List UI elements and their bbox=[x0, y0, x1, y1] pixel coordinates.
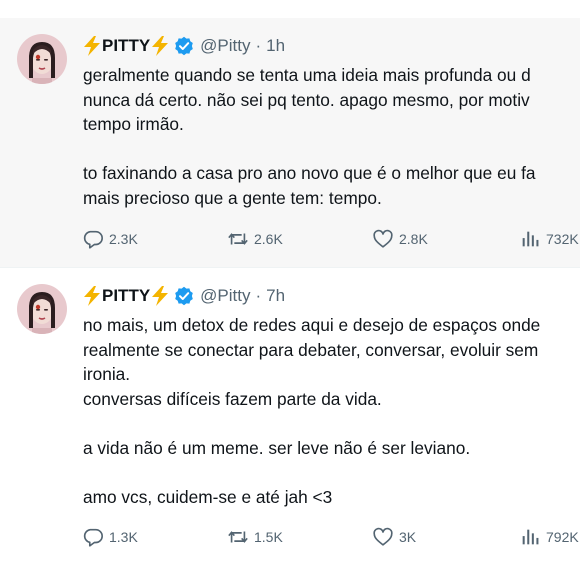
tweet-timestamp[interactable]: 1h bbox=[266, 36, 285, 56]
tweet-text: geralmente quando se tenta uma ideia mai… bbox=[83, 63, 580, 210]
reply-icon bbox=[83, 230, 103, 249]
verified-badge-icon[interactable] bbox=[174, 36, 194, 56]
verified-badge-icon[interactable] bbox=[174, 286, 194, 306]
tweet-header: PITTY @Pitty · 7h bbox=[83, 284, 285, 308]
lightning-icon bbox=[83, 36, 101, 56]
views-count: 792K bbox=[546, 529, 579, 545]
tweet[interactable]: PITTY @Pitty · 1h geralmente quando se t… bbox=[0, 18, 580, 267]
lightning-icon bbox=[151, 286, 169, 306]
repost-button[interactable]: 2.6K bbox=[227, 228, 283, 250]
tweet-text-line: ironia. bbox=[83, 364, 131, 384]
repost-count: 2.6K bbox=[254, 231, 283, 247]
like-icon bbox=[373, 229, 393, 248]
like-icon bbox=[373, 527, 393, 546]
repost-button[interactable]: 1.5K bbox=[227, 526, 283, 548]
separator-dot: · bbox=[255, 36, 262, 55]
author-name[interactable]: PITTY bbox=[102, 36, 150, 56]
tweet-text-line: conversas difíceis fazem parte da vida. bbox=[83, 388, 382, 409]
views-count: 732K bbox=[546, 231, 579, 247]
reply-icon bbox=[83, 528, 103, 547]
tweet[interactable]: PITTY @Pitty · 7h no mais, um detox de r… bbox=[0, 267, 580, 580]
tweet-text-line: no mais, um detox de redes aqui e desejo… bbox=[83, 315, 541, 335]
tweet-actions: 1.3K 1.5K 3K 792K bbox=[82, 526, 580, 550]
tweet-text-line: tempo irmão. bbox=[83, 114, 184, 134]
retweet-icon bbox=[228, 531, 248, 543]
tweet-text-line: amo vcs, cuidem-se e até jah <3 bbox=[83, 486, 333, 507]
tweet-header: PITTY @Pitty · 1h bbox=[83, 34, 285, 58]
tweet-actions: 2.3K 2.6K 2.8K 732K bbox=[82, 228, 580, 252]
tweet-timestamp[interactable]: 7h bbox=[266, 286, 285, 306]
tweet-text-line: geralmente quando se tenta uma ideia mai… bbox=[83, 65, 531, 85]
reply-button[interactable]: 2.3K bbox=[82, 228, 138, 250]
like-button[interactable]: 3K bbox=[372, 526, 416, 548]
views-icon bbox=[522, 529, 539, 545]
like-count: 2.8K bbox=[399, 231, 428, 247]
views-button[interactable]: 792K bbox=[519, 526, 579, 548]
views-button[interactable]: 732K bbox=[519, 228, 579, 250]
author-handle[interactable]: @Pitty bbox=[200, 36, 250, 56]
lightning-icon bbox=[151, 36, 169, 56]
retweet-icon bbox=[228, 233, 248, 245]
avatar[interactable] bbox=[17, 284, 67, 334]
like-button[interactable]: 2.8K bbox=[372, 228, 428, 250]
tweet-text-line: to faxinando a casa pro ano novo que é o… bbox=[83, 163, 536, 183]
reply-count: 2.3K bbox=[109, 231, 138, 247]
repost-count: 1.5K bbox=[254, 529, 283, 545]
reply-button[interactable]: 1.3K bbox=[82, 526, 138, 548]
tweet-text-line: a vida não é um meme. ser leve não é ser… bbox=[83, 437, 471, 458]
reply-count: 1.3K bbox=[109, 529, 138, 545]
tweet-text-line: mais precioso que a gente tem: tempo. bbox=[83, 187, 382, 208]
separator-dot: · bbox=[255, 286, 262, 305]
tweet-text: no mais, um detox de redes aqui e desejo… bbox=[83, 313, 580, 509]
author-handle[interactable]: @Pitty bbox=[200, 286, 250, 306]
tweet-text-line: nunca dá certo. não sei pq tento. apago … bbox=[83, 89, 530, 110]
tweet-text-line: realmente se conectar para debater, conv… bbox=[83, 339, 539, 360]
lightning-icon bbox=[83, 286, 101, 306]
author-name[interactable]: PITTY bbox=[102, 286, 150, 306]
views-icon bbox=[522, 231, 539, 247]
avatar[interactable] bbox=[17, 34, 67, 84]
like-count: 3K bbox=[399, 529, 417, 545]
timeline-feed: PITTY @Pitty · 1h geralmente quando se t… bbox=[0, 0, 580, 580]
